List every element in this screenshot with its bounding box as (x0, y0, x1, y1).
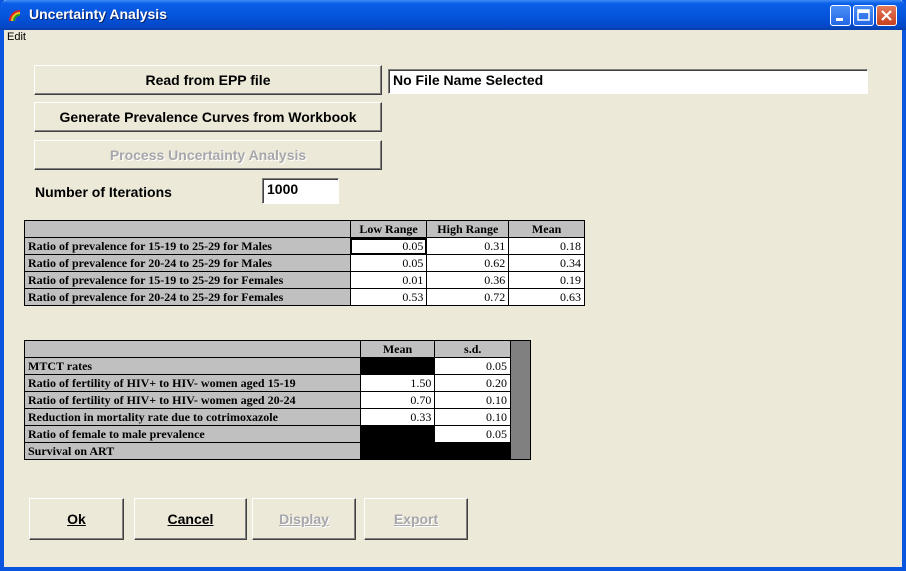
sd-cell[interactable]: 0.10 (434, 391, 512, 409)
sd-cell (434, 442, 512, 460)
menu-bar: Edit (4, 30, 902, 47)
process-uncertainty-label: Process Uncertainty Analysis (109, 147, 307, 163)
minimize-icon (836, 18, 843, 21)
rainbow-app-icon (9, 10, 21, 22)
mean-cell (359, 357, 436, 375)
mean-cell (359, 425, 436, 443)
high-range-header: High Range (426, 220, 510, 238)
display-label: Display (279, 511, 329, 527)
read-epp-label: Read from EPP file (145, 72, 271, 88)
table-corner-cell (24, 340, 361, 358)
window-title: Uncertainty Analysis (29, 6, 167, 22)
mean-header: Mean (359, 340, 436, 358)
high-range-cell[interactable]: 0.36 (426, 271, 510, 289)
close-icon (881, 10, 892, 21)
low-range-cell[interactable]: 0.53 (349, 288, 428, 306)
table-filler (510, 340, 531, 460)
rates-table: Mean s.d. MTCT rates 0.05 Ratio of ferti… (24, 340, 531, 460)
low-range-cell[interactable]: 0.05 (349, 254, 428, 272)
minimize-button[interactable] (830, 5, 851, 26)
table-row: Ratio of female to male prevalence 0.05 (24, 425, 531, 443)
export-label: Export (393, 511, 439, 527)
row-label: MTCT rates (24, 357, 361, 375)
uncertainty-analysis-window: Uncertainty Analysis Edit Read from EPP … (0, 0, 906, 571)
row-label: Ratio of fertility of HIV+ to HIV- women… (24, 374, 361, 392)
read-epp-button[interactable]: Read from EPP file (34, 65, 382, 95)
mean-cell[interactable]: 0.33 (359, 408, 436, 426)
close-button[interactable] (876, 5, 897, 26)
table-row: Reduction in mortality rate due to cotri… (24, 408, 531, 426)
iterations-field[interactable]: 1000 (262, 178, 339, 204)
table-row: Ratio of prevalence for 15-19 to 25-29 f… (24, 237, 585, 255)
mean-header: Mean (508, 220, 585, 238)
table-row: MTCT rates 0.05 (24, 357, 531, 375)
sd-cell[interactable]: 0.10 (434, 408, 512, 426)
high-range-cell[interactable]: 0.62 (426, 254, 510, 272)
file-name-text: No File Name Selected (393, 72, 544, 88)
mean-cell[interactable]: 0.34 (508, 254, 585, 272)
iterations-label: Number of Iterations (35, 184, 172, 200)
low-range-header: Low Range (349, 220, 428, 238)
high-range-cell[interactable]: 0.72 (426, 288, 510, 306)
low-range-cell[interactable]: 0.01 (349, 271, 428, 289)
row-label: Ratio of prevalence for 20-24 to 25-29 f… (24, 254, 351, 272)
display-button[interactable]: Display (252, 498, 356, 540)
row-label: Ratio of prevalence for 20-24 to 25-29 f… (24, 288, 351, 306)
table-row: Ratio of prevalence for 15-19 to 25-29 f… (24, 271, 585, 289)
table-row: Ratio of prevalence for 20-24 to 25-29 f… (24, 254, 585, 272)
iterations-value: 1000 (267, 181, 299, 197)
row-label: Ratio of fertility of HIV+ to HIV- women… (24, 391, 361, 409)
sd-cell[interactable]: 0.20 (434, 374, 512, 392)
sd-cell[interactable]: 0.05 (434, 357, 512, 375)
row-label: Ratio of prevalence for 15-19 to 25-29 f… (24, 271, 351, 289)
high-range-cell[interactable]: 0.31 (426, 237, 510, 255)
menu-edit[interactable]: Edit (7, 31, 26, 43)
export-button[interactable]: Export (364, 498, 468, 540)
mean-cell[interactable]: 0.18 (508, 237, 585, 255)
generate-curves-label: Generate Prevalence Curves from Workbook (59, 109, 357, 125)
ok-button[interactable]: Ok (29, 498, 124, 540)
mean-cell[interactable]: 0.63 (508, 288, 585, 306)
generate-curves-button[interactable]: Generate Prevalence Curves from Workbook (34, 102, 382, 132)
table-row: Survival on ART (24, 442, 531, 460)
table-row: Ratio of fertility of HIV+ to HIV- women… (24, 391, 531, 409)
file-name-field[interactable]: No File Name Selected (388, 69, 868, 94)
row-label: Ratio of female to male prevalence (24, 425, 361, 443)
mean-cell (359, 442, 436, 460)
table-row: Ratio of fertility of HIV+ to HIV- women… (24, 374, 531, 392)
table-row: Ratio of prevalence for 20-24 to 25-29 f… (24, 288, 585, 306)
mean-cell[interactable]: 0.70 (359, 391, 436, 409)
prevalence-ratio-table: Low Range High Range Mean Ratio of preva… (24, 220, 585, 306)
mean-cell[interactable]: 0.19 (508, 271, 585, 289)
row-label: Ratio of prevalence for 15-19 to 25-29 f… (24, 237, 351, 255)
maximize-icon (857, 9, 870, 21)
maximize-button[interactable] (853, 5, 874, 26)
mean-cell[interactable]: 1.50 (359, 374, 436, 392)
ok-label: Ok (67, 511, 86, 527)
sd-cell[interactable]: 0.05 (434, 425, 512, 443)
sd-header: s.d. (434, 340, 512, 358)
process-uncertainty-button[interactable]: Process Uncertainty Analysis (34, 140, 382, 170)
cancel-button[interactable]: Cancel (134, 498, 247, 540)
row-label: Survival on ART (24, 442, 361, 460)
row-label: Reduction in mortality rate due to cotri… (24, 408, 361, 426)
title-bar[interactable]: Uncertainty Analysis (0, 0, 906, 30)
table-corner-cell (24, 220, 351, 238)
low-range-cell[interactable]: 0.05 (349, 237, 428, 255)
cancel-label: Cancel (167, 511, 214, 527)
